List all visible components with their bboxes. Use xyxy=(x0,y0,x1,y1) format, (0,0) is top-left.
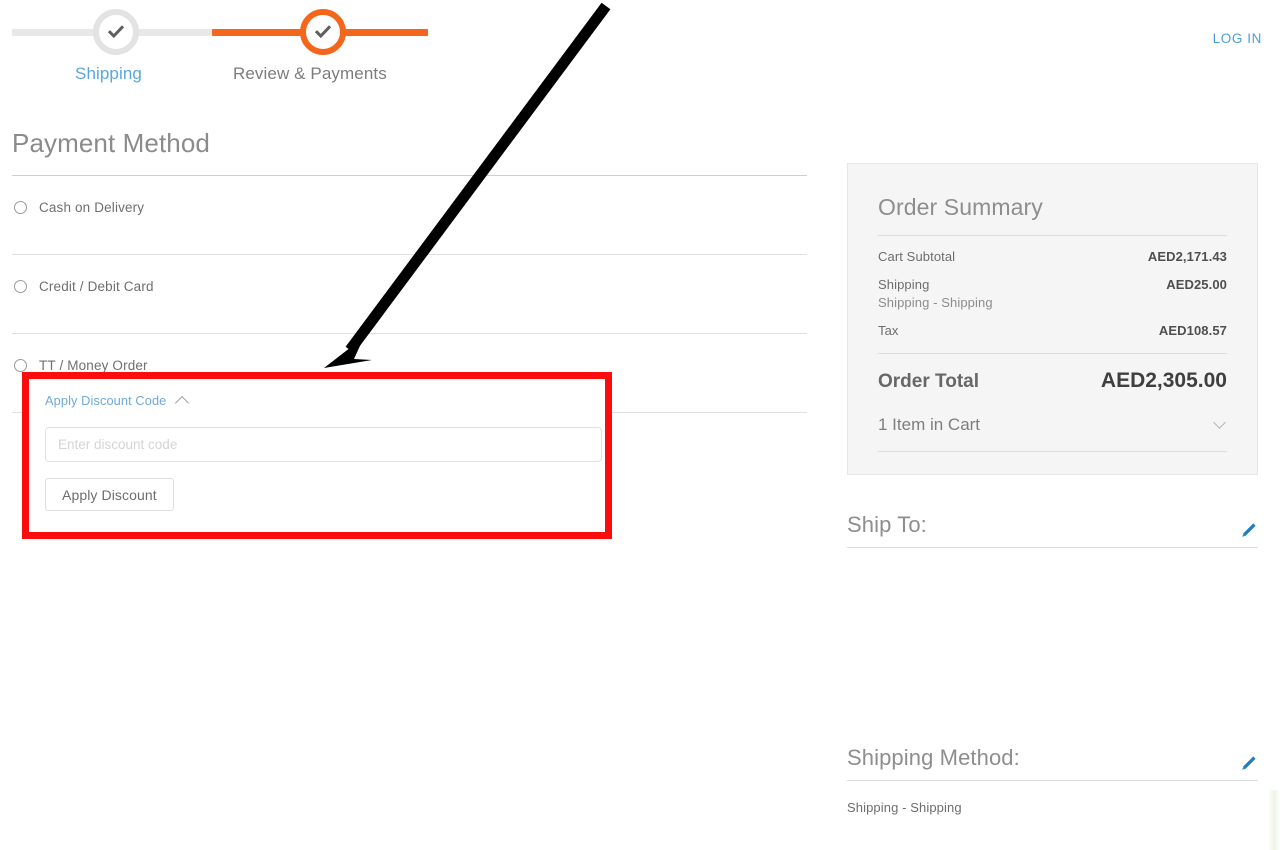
shipping-method-divider xyxy=(847,780,1258,781)
summary-row-label: Cart Subtotal xyxy=(878,249,956,264)
summary-row-value: AED25.00 xyxy=(1166,277,1227,292)
chevron-down-icon xyxy=(1213,415,1226,429)
summary-row-shipping: Shipping AED25.00 xyxy=(878,277,1227,292)
check-icon xyxy=(314,23,332,41)
ship-to-divider xyxy=(847,547,1258,548)
apply-discount-code-toggle[interactable]: Apply Discount Code xyxy=(45,393,190,410)
pencil-icon[interactable] xyxy=(1239,521,1258,545)
payment-option-label: Cash on Delivery xyxy=(39,199,145,215)
radio-icon[interactable] xyxy=(14,279,27,293)
chevron-up-icon xyxy=(175,395,190,410)
summary-row-value: AED108.57 xyxy=(1158,323,1227,338)
page-title: Payment Method xyxy=(12,128,210,158)
order-total-value: AED2,305.00 xyxy=(1100,369,1227,392)
summary-divider xyxy=(878,451,1227,452)
ship-to-section: Ship To: xyxy=(847,512,1258,567)
payment-method-section: Payment Method Cash on Delivery Credit /… xyxy=(12,128,807,413)
summary-row-label: Tax xyxy=(878,323,899,338)
order-total-row: Order Total AED2,305.00 xyxy=(878,369,1227,393)
summary-row-value: AED2,171.43 xyxy=(1147,249,1227,264)
apply-discount-code-label: Apply Discount Code xyxy=(45,393,167,408)
progress-label-review-payments[interactable]: Review & Payments xyxy=(233,64,387,84)
progress-label-shipping[interactable]: Shipping xyxy=(75,64,142,84)
log-in-link[interactable]: LOG IN xyxy=(1213,31,1262,46)
ship-to-title: Ship To: xyxy=(847,512,927,537)
order-summary-title: Order Summary xyxy=(878,194,1043,220)
payment-option-cash-on-delivery[interactable]: Cash on Delivery xyxy=(12,176,807,238)
progress-step-review-payments[interactable] xyxy=(300,9,346,55)
progress-step-shipping[interactable] xyxy=(93,9,139,55)
payment-option-credit-debit-card[interactable]: Credit / Debit Card xyxy=(12,255,807,317)
payment-option-label: TT / Money Order xyxy=(39,357,148,373)
pencil-icon[interactable] xyxy=(1239,754,1258,778)
check-icon xyxy=(107,23,125,41)
page-edge-artifact xyxy=(1268,790,1280,850)
checkout-progress-bar: Shipping Review & Payments xyxy=(0,0,440,100)
summary-row-tax: Tax AED108.57 xyxy=(878,323,1227,338)
order-summary-panel: Order Summary Cart Subtotal AED2,171.43 … xyxy=(847,163,1258,475)
summary-row-label: Shipping xyxy=(878,277,930,292)
radio-icon[interactable] xyxy=(14,200,27,214)
summary-row-cart-subtotal: Cart Subtotal AED2,171.43 xyxy=(878,249,1227,264)
payment-option-label: Credit / Debit Card xyxy=(39,278,154,294)
apply-discount-button[interactable]: Apply Discount xyxy=(45,478,174,511)
discount-code-input[interactable] xyxy=(45,427,602,462)
summary-row-shipping-description: Shipping - Shipping xyxy=(878,295,993,310)
cart-items-label: 1 Item in Cart xyxy=(878,415,981,434)
shipping-method-section: Shipping Method: Shipping - Shipping xyxy=(847,745,1258,815)
summary-divider xyxy=(878,235,1227,236)
shipping-method-header: Shipping Method: xyxy=(847,745,1258,771)
shipping-method-title: Shipping Method: xyxy=(847,745,1020,770)
cart-items-toggle[interactable]: 1 Item in Cart xyxy=(878,415,1227,435)
ship-to-header: Ship To: xyxy=(847,512,1258,538)
summary-divider xyxy=(878,353,1227,354)
order-total-label: Order Total xyxy=(878,371,979,392)
radio-icon[interactable] xyxy=(14,358,27,372)
shipping-method-value: Shipping - Shipping xyxy=(847,800,962,815)
discount-code-highlight-box: Apply Discount Code Apply Discount xyxy=(22,372,612,539)
discount-code-section: Apply Discount Code Apply Discount xyxy=(29,379,605,532)
